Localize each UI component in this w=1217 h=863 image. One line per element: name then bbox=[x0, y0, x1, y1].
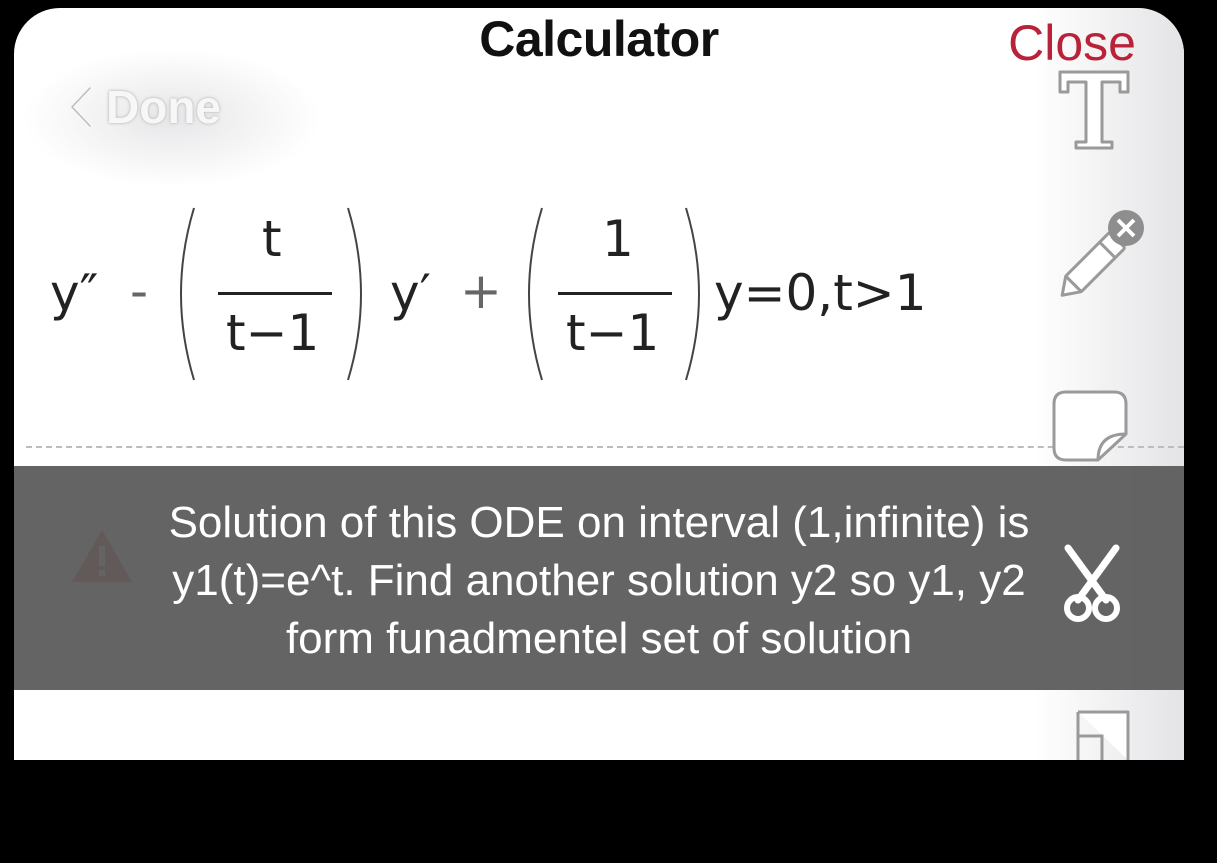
chevron-left-icon bbox=[69, 85, 93, 129]
eq-frac2-numerator: 1 bbox=[602, 210, 634, 268]
eq-frac2-line bbox=[558, 292, 672, 295]
done-button[interactable]: Done bbox=[68, 80, 221, 134]
question-line-1: Solution of this ODE on interval (1,infi… bbox=[168, 498, 1030, 547]
eq-frac1-denominator: t−1 bbox=[226, 304, 320, 362]
question-line-3: form funadmentel set of solution bbox=[285, 614, 913, 663]
sticker-icon[interactable] bbox=[1050, 388, 1130, 464]
eq-right-paren-2 bbox=[685, 207, 700, 381]
eq-left-paren-1 bbox=[180, 207, 195, 381]
app-window: Calculator Close Done y″ - t t−1 y′ + 1 … bbox=[14, 8, 1184, 760]
eq-frac1-numerator: t bbox=[262, 210, 282, 268]
eq-y-double-prime: y″ bbox=[50, 264, 99, 322]
pencil-icon[interactable] bbox=[1048, 208, 1148, 308]
note-icon[interactable] bbox=[1072, 706, 1134, 760]
eq-minus: - bbox=[130, 262, 149, 320]
eq-right-paren-1 bbox=[347, 207, 362, 381]
divider bbox=[26, 446, 1184, 448]
eq-left-paren-2 bbox=[528, 207, 543, 381]
eq-plus: + bbox=[460, 262, 502, 320]
eq-rhs: y=0,t>1 bbox=[714, 264, 927, 322]
question-banner: Solution of this ODE on interval (1,infi… bbox=[14, 466, 1184, 690]
text-icon[interactable] bbox=[1054, 66, 1134, 152]
done-label: Done bbox=[106, 81, 221, 133]
question-line-2: y1(t)=e^t. Find another solution y2 so y… bbox=[172, 556, 1026, 605]
scissors-icon[interactable] bbox=[1060, 544, 1124, 624]
question-text: Solution of this ODE on interval (1,infi… bbox=[14, 494, 1184, 668]
eq-frac1-line bbox=[218, 292, 332, 295]
close-button[interactable]: Close bbox=[1008, 14, 1136, 72]
eq-frac2-denominator: t−1 bbox=[566, 304, 660, 362]
eq-y-prime: y′ bbox=[390, 264, 431, 322]
